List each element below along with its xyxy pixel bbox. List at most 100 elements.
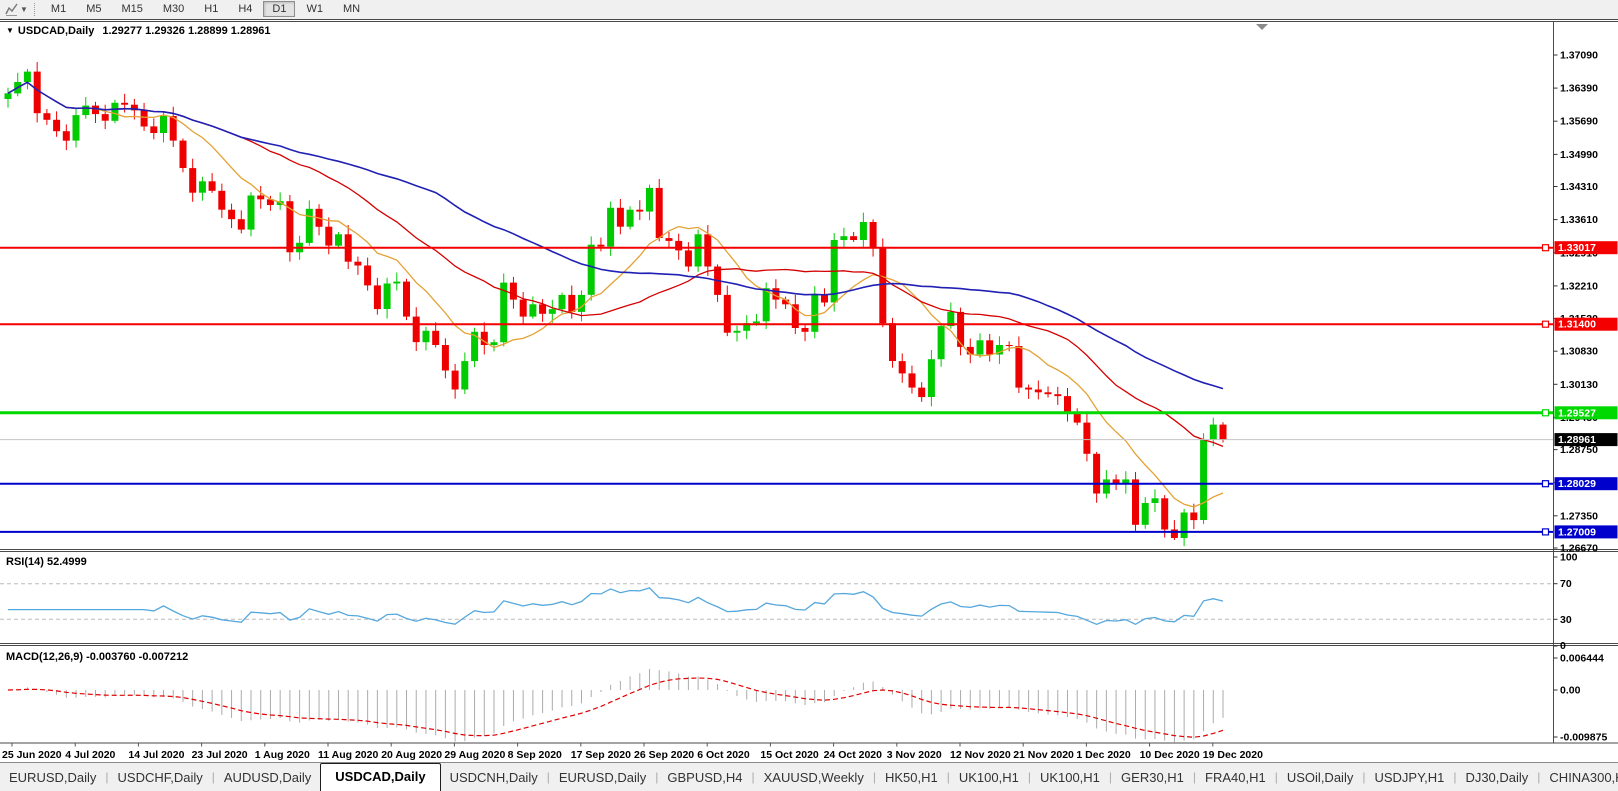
candle-bearish (704, 234, 711, 266)
candle-bearish (257, 196, 264, 200)
candle-bearish (1190, 513, 1197, 521)
macd-axis-label: 0.00 (1560, 685, 1581, 697)
chart-tab-gbpusd-h4[interactable]: GBPUSD,H4 (658, 766, 751, 791)
date-axis-label: 12 Nov 2020 (950, 749, 1011, 761)
candle-bullish (73, 115, 80, 141)
candle-bearish (209, 181, 216, 191)
timeframe-button-m30[interactable]: M30 (154, 1, 193, 17)
chart-tab-uk100-h1[interactable]: UK100,H1 (1031, 766, 1109, 791)
date-axis-label: 25 Jun 2020 (2, 749, 62, 761)
candle-bearish (403, 282, 410, 317)
candle-bearish (1064, 396, 1071, 413)
candle-bullish (840, 236, 847, 240)
candle-bearish (121, 103, 128, 105)
candle-bullish (578, 295, 585, 312)
timeframe-button-m5[interactable]: M5 (77, 1, 110, 17)
timeframe-toolbar: ▼ M1M5M15M30H1H4D1W1MN (0, 0, 1618, 19)
candle-bearish (636, 210, 643, 212)
candle-bearish (1171, 530, 1178, 539)
chart-shift-marker-icon[interactable] (1256, 24, 1268, 30)
date-axis-label: 8 Sep 2020 (508, 749, 562, 761)
chart-tool-icon[interactable] (5, 3, 18, 16)
line-price-label: 1.29527 (1558, 407, 1596, 419)
line-handle-1.29527[interactable] (1543, 410, 1549, 416)
candle-bearish (850, 236, 857, 240)
candle-bearish (452, 371, 459, 390)
timeframe-button-m15[interactable]: M15 (112, 1, 151, 17)
candle-bullish (646, 188, 653, 212)
date-axis-label: 3 Nov 2020 (887, 749, 942, 761)
chart-tab-dj30-daily[interactable]: DJ30,Daily (1456, 766, 1537, 791)
candle-bearish (1161, 498, 1168, 529)
timeframe-button-h1[interactable]: H1 (195, 1, 227, 17)
candle-bearish (43, 113, 50, 120)
timeframe-button-d1[interactable]: D1 (263, 1, 295, 17)
candle-bullish (160, 116, 167, 133)
chart-tab-audusd-daily[interactable]: AUDUSD,Daily (215, 766, 320, 791)
candle-bearish (879, 248, 886, 324)
candle-bearish (1006, 345, 1013, 346)
date-axis-label: 19 Dec 2020 (1203, 749, 1263, 761)
timeframe-button-h4[interactable]: H4 (229, 1, 261, 17)
candle-bullish (763, 288, 770, 321)
date-axis-label: 4 Jul 2020 (65, 749, 115, 761)
timeframe-button-m1[interactable]: M1 (42, 1, 75, 17)
dropdown-caret-icon[interactable]: ▼ (20, 5, 28, 14)
toolbar-grip[interactable] (34, 3, 35, 16)
candle-bullish (1181, 513, 1188, 539)
candle-bullish (1142, 503, 1149, 525)
candle-bullish (423, 331, 430, 342)
rsi-axis-label: 70 (1560, 578, 1572, 590)
date-axis-label: 26 Sep 2020 (634, 749, 694, 761)
chart-tab-ger30-h1[interactable]: GER30,H1 (1112, 766, 1193, 791)
chart-tab-china300-h1[interactable]: CHINA300,H1 (1540, 766, 1618, 791)
line-handle-1.27009[interactable] (1543, 529, 1549, 535)
date-axis-label: 11 Aug 2020 (318, 749, 378, 761)
candle-bearish (1025, 388, 1032, 390)
chart-tab-eurusd-daily[interactable]: EURUSD,Daily (550, 766, 655, 791)
price-tick-label: 1.36390 (1560, 83, 1598, 95)
candle-bullish (928, 359, 935, 397)
chart-tab-uk100-h1[interactable]: UK100,H1 (950, 766, 1028, 791)
candle-bearish (724, 295, 731, 333)
candle-bullish (1200, 440, 1207, 520)
price-tick-label: 1.27350 (1560, 510, 1598, 522)
chart-tab-usoil-daily[interactable]: USOil,Daily (1278, 766, 1362, 791)
candle-bearish (1083, 423, 1090, 454)
chart-tab-usdjpy-h1[interactable]: USDJPY,H1 (1365, 766, 1453, 791)
candle-bearish (539, 304, 546, 314)
candle-bullish (82, 106, 89, 116)
chart-tab-fra40-h1[interactable]: FRA40,H1 (1196, 766, 1275, 791)
chart-tab-usdcnh-daily[interactable]: USDCNH,Daily (441, 766, 547, 791)
chart-tab-usdchf-daily[interactable]: USDCHF,Daily (109, 766, 212, 791)
price-tick-label: 1.30830 (1560, 346, 1598, 358)
timeframe-button-mn[interactable]: MN (334, 1, 369, 17)
line-handle-1.33017[interactable] (1543, 245, 1549, 251)
rsi-axis-label: 0 (1560, 640, 1566, 652)
candle-bearish (986, 340, 993, 354)
rsi-axis-label: 100 (1560, 552, 1578, 564)
price-tick-label: 1.34990 (1560, 149, 1598, 161)
candle-bearish (374, 285, 381, 309)
chart-tab-hk50-h1[interactable]: HK50,H1 (876, 766, 947, 791)
chart-tab-xauusd-weekly[interactable]: XAUUSD,Weekly (755, 766, 873, 791)
candle-bearish (1015, 346, 1022, 388)
price-tick-label: 1.30130 (1560, 379, 1598, 391)
candle-bullish (393, 282, 400, 284)
candle-bearish (432, 331, 439, 345)
date-axis-label: 17 Sep 2020 (571, 749, 631, 761)
candle-bullish (24, 72, 31, 82)
candle-bearish (568, 295, 575, 312)
chart-tab-bar: EURUSD,Daily|USDCHF,Daily|AUDUSD,DailyUS… (0, 762, 1618, 791)
candle-bullish (491, 342, 498, 345)
line-handle-1.28029[interactable] (1543, 481, 1549, 487)
chart-tab-usdcad-daily[interactable]: USDCAD,Daily (320, 763, 440, 791)
timeframe-button-w1[interactable]: W1 (297, 1, 332, 17)
chart-canvas[interactable]: 1.370901.363901.356901.349901.343101.336… (0, 19, 1618, 763)
date-axis-label: 1 Aug 2020 (255, 749, 310, 761)
date-axis-label: 23 Jul 2020 (192, 749, 248, 761)
line-handle-1.31400[interactable] (1543, 321, 1549, 327)
chart-tab-eurusd-daily[interactable]: EURUSD,Daily (0, 766, 105, 791)
candle-bullish (461, 361, 468, 389)
candle-bearish (899, 361, 906, 373)
